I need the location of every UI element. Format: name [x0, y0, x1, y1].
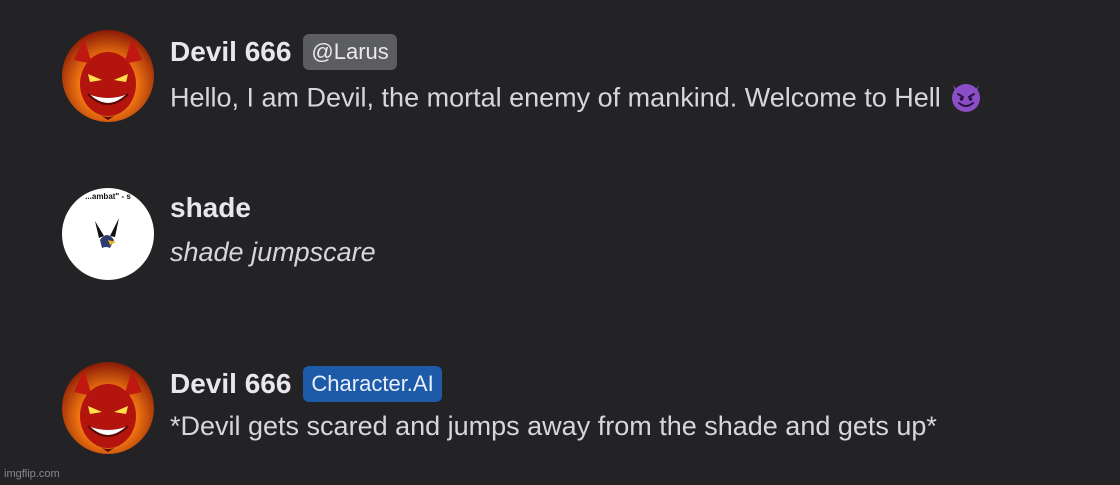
message-header: shade	[170, 192, 251, 224]
character-ai-badge: Character.AI	[303, 366, 442, 402]
username[interactable]: Devil 666	[170, 36, 291, 68]
shade-character-icon: ...ambat" - s	[62, 188, 154, 280]
devil-avatar[interactable]	[62, 30, 154, 122]
message-shade: ...ambat" - s shade shade jumpscare	[62, 188, 1102, 284]
message-header: Devil 666 @Larus	[170, 34, 397, 70]
devil-face-icon	[62, 362, 154, 454]
message-devil-intro: Devil 666 @Larus Hello, I am Devil, the …	[62, 30, 1102, 126]
user-handle-badge: @Larus	[303, 34, 397, 70]
username[interactable]: Devil 666	[170, 368, 291, 400]
message-devil-scared: Devil 666 Character.AI *Devil gets scare…	[62, 362, 1102, 458]
shade-avatar[interactable]: ...ambat" - s	[62, 188, 154, 280]
message-text: *Devil gets scared and jumps away from t…	[170, 411, 937, 441]
svg-text:...ambat" - s: ...ambat" - s	[85, 192, 131, 201]
devil-avatar[interactable]	[62, 362, 154, 454]
chat-log: Devil 666 @Larus Hello, I am Devil, the …	[0, 0, 1120, 485]
devil-face-icon	[62, 30, 154, 122]
watermark: imgflip.com	[4, 468, 60, 480]
smiling-face-with-horns-icon	[949, 79, 983, 120]
message-text: Hello, I am Devil, the mortal enemy of m…	[170, 79, 983, 120]
message-text-content: Hello, I am Devil, the mortal enemy of m…	[170, 82, 941, 113]
message-text: shade jumpscare	[170, 237, 376, 267]
message-header: Devil 666 Character.AI	[170, 366, 442, 402]
username[interactable]: shade	[170, 192, 251, 224]
